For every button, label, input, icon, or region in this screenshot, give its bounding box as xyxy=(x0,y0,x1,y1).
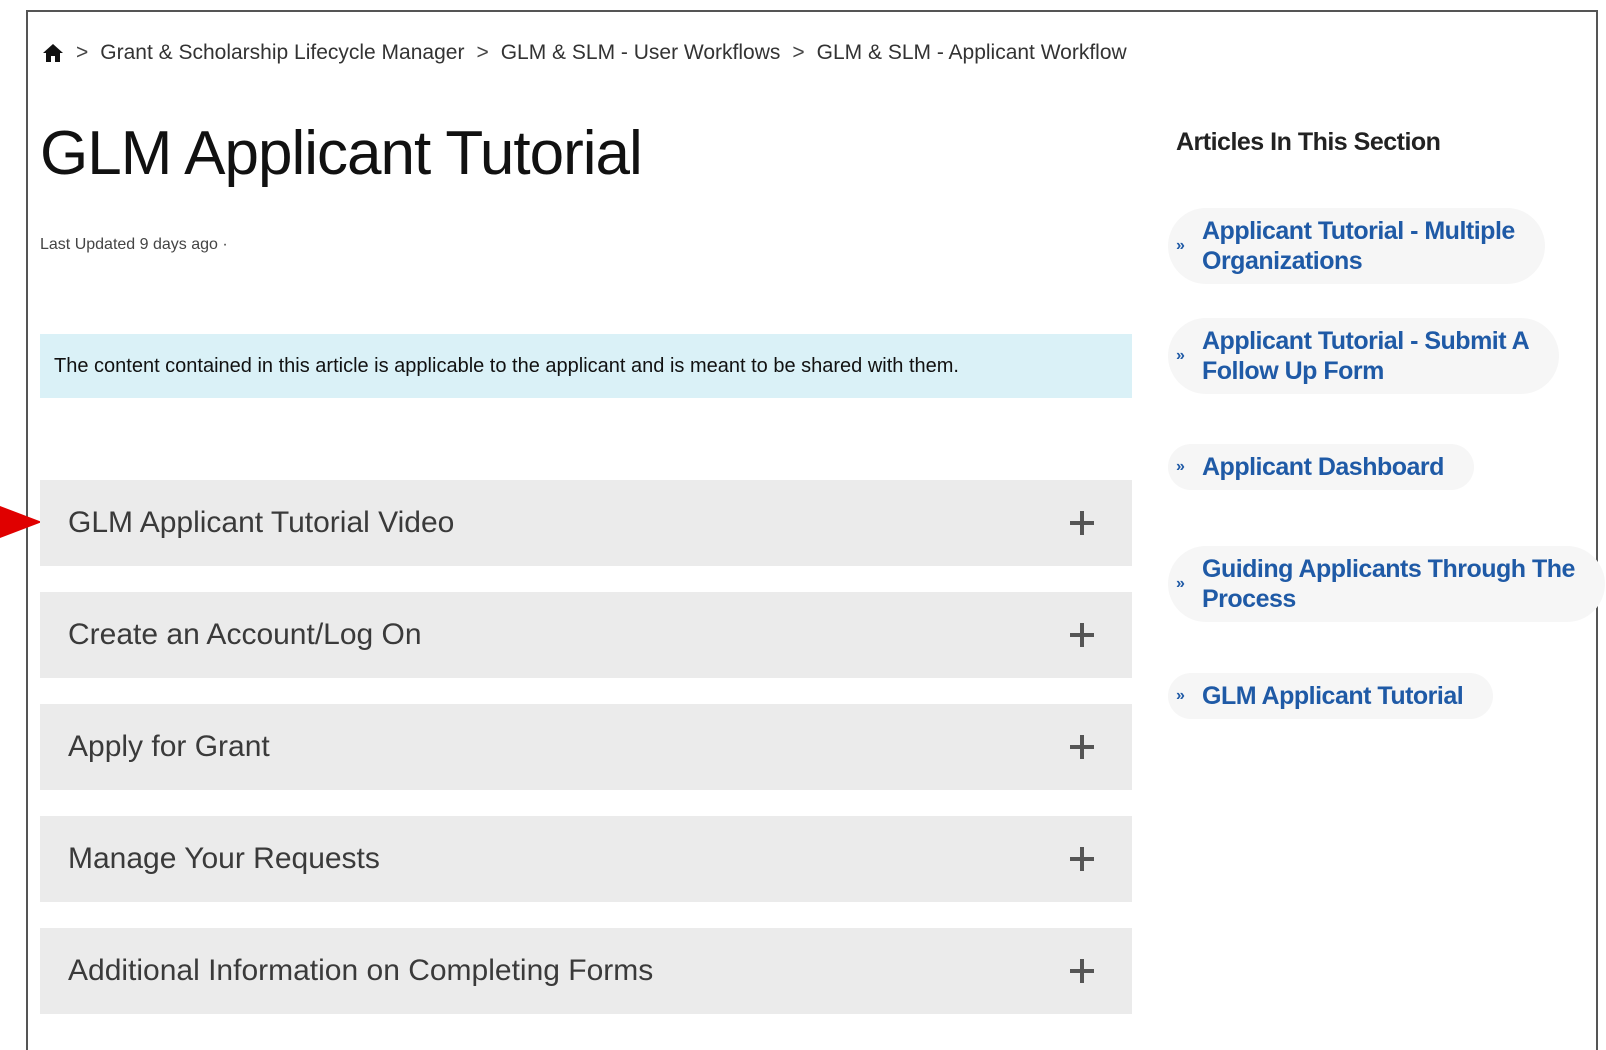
breadcrumb-separator: > xyxy=(792,41,805,64)
chevron-double-right-icon: » xyxy=(1176,575,1185,592)
notice-banner: The content contained in this article is… xyxy=(40,334,1132,398)
sidebar-link[interactable]: Guiding Applicants Through The Process xyxy=(1202,554,1575,614)
plus-icon[interactable] xyxy=(1070,959,1094,983)
accordion-label: GLM Applicant Tutorial Video xyxy=(68,506,455,539)
sidebar-link-line: Applicant Tutorial - Submit A xyxy=(1202,327,1530,355)
breadcrumb: > Grant & Scholarship Lifecycle Manager … xyxy=(42,38,1127,68)
accordion-label: Apply for Grant xyxy=(68,730,270,763)
breadcrumb-separator: > xyxy=(76,41,89,64)
accordion-tutorial-video[interactable]: GLM Applicant Tutorial Video xyxy=(40,480,1132,566)
sidebar-link[interactable]: GLM Applicant Tutorial xyxy=(1202,681,1464,711)
annotation-arrow xyxy=(0,506,42,538)
breadcrumb-link-user-workflows[interactable]: GLM & SLM - User Workflows xyxy=(501,41,781,65)
sidebar-item-guiding-applicants[interactable]: » Guiding Applicants Through The Process xyxy=(1168,546,1605,622)
accordion-label: Manage Your Requests xyxy=(68,842,380,875)
sidebar-link-line: Guiding Applicants Through The xyxy=(1202,555,1575,583)
chevron-double-right-icon: » xyxy=(1176,347,1185,364)
plus-icon[interactable] xyxy=(1070,847,1094,871)
sidebar-item-applicant-dashboard[interactable]: » Applicant Dashboard xyxy=(1168,444,1474,490)
page-title: GLM Applicant Tutorial xyxy=(40,119,643,188)
accordion-apply-for-grant[interactable]: Apply for Grant xyxy=(40,704,1132,790)
accordion-manage-requests[interactable]: Manage Your Requests xyxy=(40,816,1132,902)
accordion-additional-info[interactable]: Additional Information on Completing For… xyxy=(40,928,1132,1014)
breadcrumb-link-glm-slm[interactable]: Grant & Scholarship Lifecycle Manager xyxy=(100,41,464,65)
last-updated: Last Updated 9 days ago · xyxy=(40,236,228,253)
home-icon[interactable] xyxy=(42,42,64,64)
accordion-create-account[interactable]: Create an Account/Log On xyxy=(40,592,1132,678)
sidebar-title: Articles In This Section xyxy=(1176,128,1441,156)
chevron-double-right-icon: » xyxy=(1176,458,1185,475)
sidebar-link[interactable]: Applicant Tutorial - Multiple Organizati… xyxy=(1202,216,1515,276)
sidebar-link[interactable]: Applicant Dashboard xyxy=(1202,452,1444,482)
chevron-double-right-icon: » xyxy=(1176,687,1185,704)
accordion-label: Additional Information on Completing For… xyxy=(68,954,654,987)
sidebar-link-line: Applicant Tutorial - Multiple xyxy=(1202,217,1515,245)
sidebar-item-follow-up-form[interactable]: » Applicant Tutorial - Submit A Follow U… xyxy=(1168,318,1560,394)
chevron-double-right-icon: » xyxy=(1176,237,1185,254)
sidebar-link-line: Follow Up Form xyxy=(1202,357,1384,385)
plus-icon[interactable] xyxy=(1070,511,1094,535)
sidebar-link[interactable]: Applicant Tutorial - Submit A Follow Up … xyxy=(1202,326,1530,386)
accordion-label: Create an Account/Log On xyxy=(68,618,422,651)
breadcrumb-link-applicant-workflow[interactable]: GLM & SLM - Applicant Workflow xyxy=(817,41,1127,65)
sidebar-item-multiple-organizations[interactable]: » Applicant Tutorial - Multiple Organiza… xyxy=(1168,208,1545,284)
sidebar-link-line: Organizations xyxy=(1202,247,1363,275)
sidebar-link-line: Process xyxy=(1202,585,1296,613)
plus-icon[interactable] xyxy=(1070,735,1094,759)
plus-icon[interactable] xyxy=(1070,623,1094,647)
breadcrumb-separator: > xyxy=(476,41,489,64)
sidebar-item-glm-applicant-tutorial[interactable]: » GLM Applicant Tutorial xyxy=(1168,673,1494,719)
